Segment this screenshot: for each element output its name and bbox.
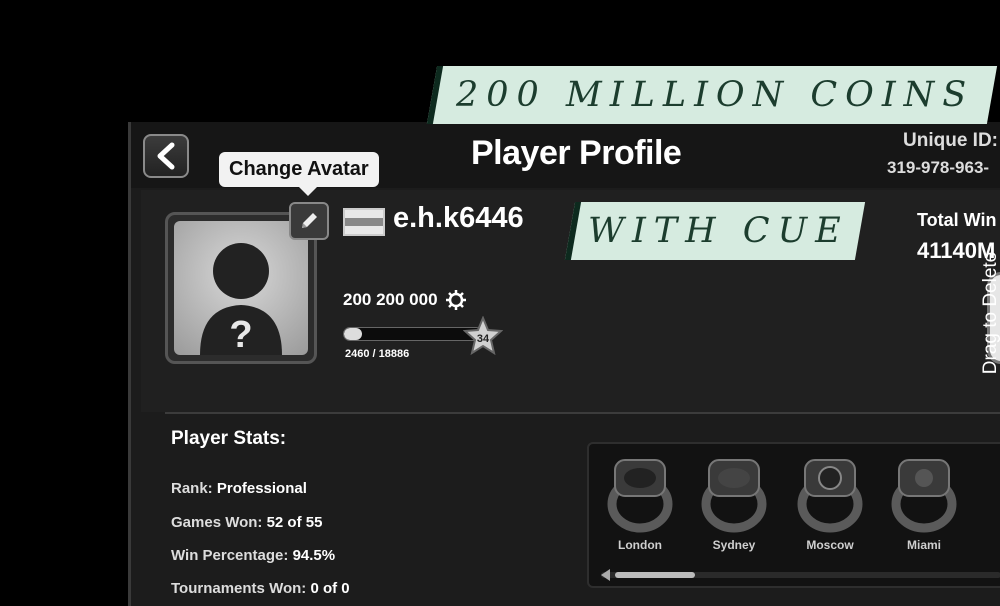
level-number: 34 — [477, 333, 490, 345]
promo-banner-cue-text: WITH CUE — [587, 211, 849, 251]
promo-banner-cue: WITH CUE — [564, 202, 866, 260]
section-divider — [165, 412, 1000, 414]
game-window: Player Profile Unique ID: 319-978-963- ?… — [128, 122, 1000, 606]
stat-rank: Rank: Professional — [171, 480, 307, 497]
ring-icon — [607, 459, 673, 533]
stat-rank-label: Rank: — [171, 480, 213, 497]
ring-miami[interactable]: Miami — [879, 454, 969, 552]
stat-tournaments-won-label: Tournaments Won: — [171, 580, 307, 597]
unique-id-value: 319-978-963- — [887, 158, 990, 177]
stat-games-won-value: 52 of 55 — [266, 514, 323, 531]
level-star-icon: 34 — [463, 316, 503, 356]
scroll-left-arrow-icon[interactable] — [601, 569, 610, 581]
edit-avatar-button[interactable] — [289, 202, 329, 240]
stat-games-won-label: Games Won: — [171, 514, 263, 531]
back-button[interactable] — [143, 134, 189, 178]
player-username: e.h.k6446 — [393, 202, 524, 234]
ring-sydney[interactable]: Sydney — [689, 454, 779, 552]
xp-text: 2460 / 18886 — [345, 348, 410, 360]
default-avatar-icon: ? — [174, 221, 308, 355]
ring-icon — [891, 459, 957, 533]
stat-tournaments-won-value: 0 of 0 — [310, 580, 350, 597]
drag-to-delete-text: Drag to Delete — [980, 251, 1000, 375]
ring-icon — [701, 459, 767, 533]
stat-win-percentage-value: 94.5% — [292, 547, 336, 564]
player-stats-title: Player Stats: — [171, 428, 287, 449]
coin-amount: 200 200 000 — [343, 290, 438, 309]
rings-panel[interactable]: London Sydney Moscow Miami — [587, 442, 1000, 588]
ring-moscow[interactable]: Moscow — [785, 454, 875, 552]
page-title: Player Profile — [471, 134, 682, 172]
ring-label: Sydney — [712, 538, 756, 552]
promo-banner-coins: 200 MILLION COINS — [426, 66, 998, 124]
stat-tournaments-won: Tournaments Won: 0 of 0 — [171, 580, 350, 597]
stat-rank-value: Professional — [216, 480, 307, 497]
ring-london[interactable]: London — [595, 454, 685, 552]
coin-icon — [445, 290, 466, 310]
promo-banner-coins-text: 200 MILLION COINS — [455, 75, 975, 115]
ring-label: London — [618, 538, 662, 552]
unique-id-label: Unique ID: — [903, 130, 998, 151]
ring-icon — [797, 459, 863, 533]
chevron-left-icon — [157, 142, 175, 170]
xp-progress-bar — [343, 327, 483, 341]
svg-text:?: ? — [229, 314, 252, 355]
xp-progress-fill — [344, 328, 362, 340]
stat-win-percentage: Win Percentage: 94.5% — [171, 547, 335, 564]
scroll-thumb[interactable] — [615, 572, 695, 578]
stat-win-percentage-label: Win Percentage: — [171, 547, 289, 564]
rings-scrollbar[interactable] — [601, 569, 1000, 581]
coin-balance: 200 200 000 — [343, 290, 466, 310]
ring-label: Miami — [906, 538, 941, 552]
country-flag-icon — [343, 208, 385, 236]
ring-label: Moscow — [806, 538, 854, 552]
stat-games-won: Games Won: 52 of 55 — [171, 514, 322, 531]
pencil-icon — [302, 213, 317, 228]
change-avatar-tooltip: Change Avatar — [219, 152, 379, 196]
